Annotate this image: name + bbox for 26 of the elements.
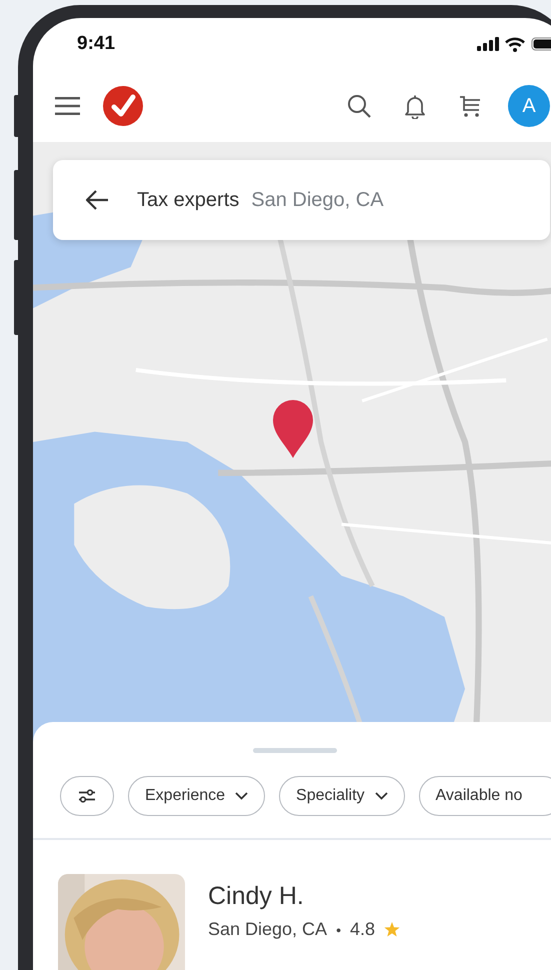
expert-name[interactable]: Cindy H. — [208, 882, 400, 911]
map-pin-icon[interactable] — [273, 400, 313, 458]
signal-icon — [477, 37, 499, 51]
drag-handle[interactable] — [253, 748, 337, 753]
chevron-down-icon — [374, 792, 388, 800]
sliders-icon — [78, 789, 96, 803]
filter-button[interactable] — [60, 776, 114, 816]
wifi-icon — [505, 36, 525, 52]
search-query: Tax experts — [137, 188, 240, 212]
back-arrow-icon[interactable] — [85, 190, 109, 210]
bell-icon[interactable] — [404, 94, 426, 118]
cart-icon[interactable] — [459, 94, 482, 118]
search-bar[interactable]: Tax experts San Diego, CA — [53, 160, 550, 240]
filter-dropdown[interactable]: Speciality — [279, 776, 405, 816]
checkmark-logo-icon[interactable] — [103, 86, 143, 126]
filter-chip[interactable]: Available no — [418, 776, 551, 816]
search-icon[interactable] — [347, 94, 371, 118]
chevron-down-icon — [235, 792, 248, 800]
expert-rating: 4.8 — [350, 919, 376, 940]
menu-icon[interactable] — [55, 97, 80, 115]
expert-location: San Diego, CA — [208, 919, 328, 940]
star-icon — [384, 922, 400, 937]
separator-dot: • — [336, 922, 341, 938]
filter-dropdown[interactable]: Experience — [128, 776, 266, 816]
search-location: San Diego, CA — [251, 188, 384, 212]
status-time: 9:41 — [77, 33, 116, 55]
